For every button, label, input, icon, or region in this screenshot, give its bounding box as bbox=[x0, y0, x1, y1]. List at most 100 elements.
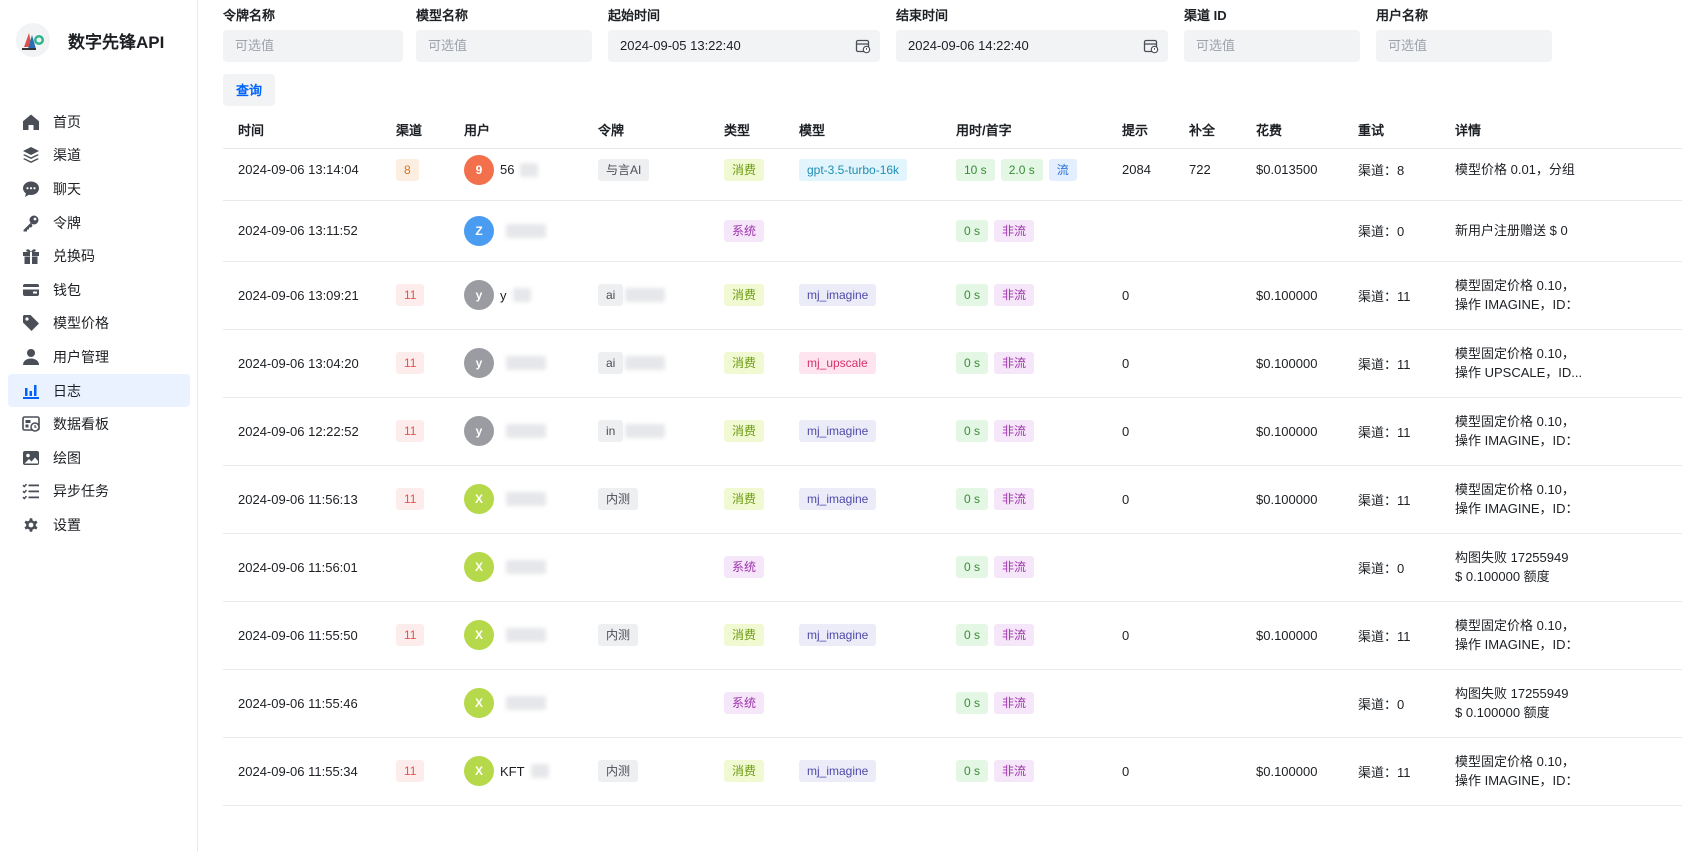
sidebar-item-10[interactable]: 绘图 bbox=[8, 441, 190, 475]
type-badge: 消费 bbox=[724, 488, 765, 510]
sidebar-item-label: 用户管理 bbox=[53, 348, 109, 365]
cell-user: yy bbox=[464, 261, 531, 329]
cell-prompt: 0 bbox=[1122, 465, 1129, 533]
token-badge[interactable]: ai bbox=[598, 284, 624, 306]
detail-line-2: 操作 IMAGINE，ID： bbox=[1455, 501, 1579, 516]
model-badge[interactable]: gpt-3.5-turbo-16k bbox=[799, 158, 908, 181]
token-badge[interactable]: 内测 bbox=[598, 624, 639, 646]
model-badge[interactable]: mj_upscale bbox=[799, 352, 876, 374]
avatar[interactable]: X bbox=[464, 756, 494, 786]
stream-badge: 非流 bbox=[994, 219, 1035, 242]
avatar[interactable]: X bbox=[464, 552, 494, 582]
sidebar-item-2[interactable]: 聊天 bbox=[8, 172, 190, 206]
channel-badge[interactable]: 11 bbox=[396, 624, 425, 646]
avatar[interactable]: X bbox=[464, 688, 494, 718]
model-badge[interactable]: mj_imagine bbox=[799, 624, 877, 646]
channel-badge[interactable]: 11 bbox=[396, 420, 425, 442]
channel-badge[interactable]: 11 bbox=[396, 352, 425, 374]
avatar[interactable]: y bbox=[464, 416, 494, 446]
sidebar-item-label: 日志 bbox=[53, 382, 81, 399]
model-badge[interactable]: mj_imagine bbox=[799, 488, 877, 510]
type-badge: 消费 bbox=[724, 284, 765, 306]
sidebar-item-6[interactable]: 模型价格 bbox=[8, 307, 190, 341]
cell-time: 2024-09-06 13:04:20 bbox=[238, 329, 359, 397]
sidebar-item-3[interactable]: 令牌 bbox=[8, 206, 190, 240]
table-row[interactable]: 2024-09-06 13:11:52 Z 系统 0 s 非流 渠道：0 新用户注册赠送 $… bbox=[223, 200, 1682, 262]
sidebar-item-12[interactable]: 设置 bbox=[8, 508, 190, 542]
sidebar-item-7[interactable]: 用户管理 bbox=[8, 340, 190, 374]
cell-retry: 渠道：11 bbox=[1358, 397, 1411, 465]
calendar-clock-icon[interactable] bbox=[855, 38, 871, 54]
cell-model: mj_imagine bbox=[799, 465, 882, 533]
model-badge[interactable]: mj_imagine bbox=[799, 420, 877, 442]
end-time-input[interactable]: 2024-09-06 14:22:40 bbox=[896, 30, 1168, 62]
table-row[interactable]: 2024-09-06 11:56:13 11 X 内测 消费 mj_imagine 0 s非… bbox=[223, 465, 1682, 534]
cell-type: 消费 bbox=[724, 601, 770, 669]
calendar-clock-icon[interactable] bbox=[1143, 38, 1159, 54]
table-row[interactable]: 2024-09-06 11:55:50 11 X 内测 消费 mj_imagine 0 s非… bbox=[223, 601, 1682, 670]
sidebar-item-4[interactable]: 兑换码 bbox=[8, 239, 190, 273]
cell-cost: $0.100000 bbox=[1256, 737, 1317, 805]
token-badge[interactable]: ai bbox=[598, 352, 624, 374]
table-row[interactable]: 2024-09-06 13:04:20 11 y ai 消费 mj_upscale 0 s非… bbox=[223, 329, 1682, 398]
avatar[interactable]: Z bbox=[464, 215, 494, 246]
retry-channel: 渠道：8 bbox=[1358, 163, 1405, 178]
channel-id-input[interactable]: 可选值 bbox=[1184, 30, 1360, 62]
cell-retry: 渠道：0 bbox=[1358, 669, 1404, 737]
stream-badge: 非流 bbox=[994, 284, 1035, 306]
sidebar-item-0[interactable]: 首页 bbox=[8, 105, 190, 139]
redacted-user bbox=[506, 424, 546, 438]
sidebar-item-9[interactable]: 数据看板 bbox=[8, 407, 190, 441]
sidebar-item-8[interactable]: 日志 bbox=[8, 373, 190, 408]
table-row[interactable]: 2024-09-06 13:14:04 8 9 56 与言AI 消费 gpt-3.5-tur… bbox=[223, 139, 1682, 201]
stream-badge: 非流 bbox=[994, 556, 1035, 578]
sidebar-item-5[interactable]: 钱包 bbox=[8, 273, 190, 307]
channel-badge[interactable]: 8 bbox=[396, 158, 419, 181]
token-badge[interactable]: in bbox=[598, 420, 624, 442]
sidebar-item-label: 绘图 bbox=[53, 449, 81, 466]
sidebar-item-1[interactable]: 渠道 bbox=[8, 139, 190, 173]
use-time-badge: 0 s bbox=[956, 284, 989, 306]
table-row[interactable]: 2024-09-06 11:56:01 X 系统 0 s 非流 渠道：0 构图失败 1725… bbox=[223, 533, 1682, 602]
model-badge[interactable]: mj_imagine bbox=[799, 284, 877, 306]
cell-channel: 11 bbox=[396, 397, 430, 465]
channel-badge[interactable]: 11 bbox=[396, 760, 425, 782]
cost-value: $0.100000 bbox=[1256, 355, 1318, 371]
token-name-input[interactable]: 可选值 bbox=[223, 30, 403, 62]
start-time-input[interactable]: 2024-09-05 13:22:40 bbox=[608, 30, 880, 62]
prompt-tokens: 0 bbox=[1122, 287, 1130, 303]
token-badge[interactable]: 内测 bbox=[598, 488, 639, 510]
avatar[interactable]: y bbox=[464, 280, 494, 310]
cell-retry: 渠道：0 bbox=[1358, 533, 1404, 601]
table-row[interactable]: 2024-09-06 13:09:21 11 y y ai 消费 mj_imagine 0 s… bbox=[223, 261, 1682, 330]
gear-icon bbox=[21, 515, 41, 535]
layers-icon bbox=[21, 145, 41, 165]
avatar[interactable]: y bbox=[464, 348, 494, 378]
cell-retry: 渠道：11 bbox=[1358, 329, 1411, 397]
retry-channel: 渠道：0 bbox=[1358, 560, 1405, 576]
redacted-user bbox=[506, 560, 546, 574]
cell-duration: 0 s 非流 bbox=[956, 737, 1040, 805]
cell-token: 内测 bbox=[598, 465, 644, 533]
brand[interactable]: 数字先锋API bbox=[16, 22, 164, 58]
model-name-input[interactable]: 可选值 bbox=[416, 30, 592, 62]
user-name-input[interactable]: 可选值 bbox=[1376, 30, 1552, 62]
avatar[interactable]: X bbox=[464, 484, 494, 514]
avatar[interactable]: X bbox=[464, 620, 494, 650]
query-button[interactable]: 查询 bbox=[223, 74, 275, 106]
model-badge[interactable]: mj_imagine bbox=[799, 760, 877, 782]
cell-user: X bbox=[464, 601, 546, 669]
token-badge[interactable]: 内测 bbox=[598, 760, 639, 782]
channel-badge[interactable]: 11 bbox=[396, 488, 425, 510]
channel-badge[interactable]: 11 bbox=[396, 284, 425, 306]
type-badge: 消费 bbox=[724, 624, 765, 646]
token-badge[interactable]: 与言AI bbox=[598, 158, 650, 181]
retry-channel: 渠道：11 bbox=[1358, 628, 1411, 644]
cell-type: 消费 bbox=[724, 139, 770, 200]
cell-user: Z bbox=[464, 200, 546, 261]
avatar[interactable]: 9 bbox=[464, 154, 494, 185]
table-row[interactable]: 2024-09-06 12:22:52 11 y in 消费 mj_imagine 0 s非… bbox=[223, 397, 1682, 466]
table-row[interactable]: 2024-09-06 11:55:34 11 X KFT 内测 消费 mj_imagine 0… bbox=[223, 737, 1682, 806]
table-row[interactable]: 2024-09-06 11:55:46 X 系统 0 s 非流 渠道：0 构图失败 1725… bbox=[223, 669, 1682, 738]
sidebar-item-11[interactable]: 异步任务 bbox=[8, 475, 190, 509]
